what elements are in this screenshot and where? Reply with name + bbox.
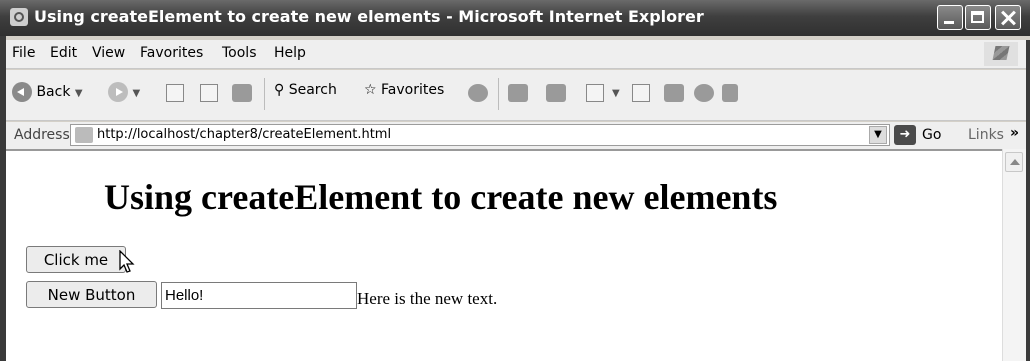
click-me-button[interactable]: Click me	[26, 246, 126, 273]
hello-text-input[interactable]	[161, 282, 357, 309]
media-icon[interactable]	[468, 84, 488, 102]
back-dropdown-icon[interactable]: ▼	[75, 88, 83, 99]
menu-tools[interactable]: Tools	[222, 45, 257, 61]
address-label: Address	[14, 127, 70, 143]
maximize-button[interactable]	[965, 5, 991, 30]
discuss-icon[interactable]	[632, 84, 650, 102]
favorites-label: Favorites	[381, 82, 445, 98]
window-right-border	[1026, 40, 1030, 361]
links-chevron-icon[interactable]: »	[1010, 125, 1019, 141]
windows-logo-icon	[984, 42, 1018, 66]
close-button[interactable]	[995, 5, 1021, 30]
mouse-pointer-icon	[119, 250, 135, 273]
page-content: Using createElement to create new elemen…	[6, 149, 1002, 361]
messenger-icon[interactable]	[694, 84, 714, 102]
search-button[interactable]: ⚲ Search	[274, 82, 337, 98]
back-label: Back	[36, 84, 71, 100]
refresh-icon[interactable]	[200, 84, 218, 102]
forward-dropdown-icon[interactable]: ▼	[132, 88, 140, 99]
word-edit-icon[interactable]	[586, 84, 604, 102]
forward-arrow-icon	[108, 82, 128, 102]
title-bar[interactable]: Using createElement to create new elemen…	[0, 0, 1030, 36]
research-icon[interactable]	[664, 84, 684, 102]
toolbar: Back ▼ ▼ ⚲ Search ☆ Favorites ▼	[6, 70, 1026, 121]
address-input[interactable]: http://localhost/chapter8/createElement.…	[70, 124, 890, 146]
search-icon: ⚲	[274, 82, 285, 98]
menu-help[interactable]: Help	[274, 45, 306, 61]
menu-edit[interactable]: Edit	[50, 45, 77, 61]
favorites-button[interactable]: ☆ Favorites	[364, 82, 444, 98]
edit-dropdown-icon[interactable]: ▼	[612, 84, 620, 100]
page-heading: Using createElement to create new elemen…	[104, 177, 778, 217]
menu-favorites[interactable]: Favorites	[140, 45, 203, 61]
back-arrow-icon	[12, 82, 32, 102]
address-dropdown-icon[interactable]: ▼	[869, 126, 887, 144]
menu-view[interactable]: View	[92, 45, 125, 61]
address-url[interactable]: http://localhost/chapter8/createElement.…	[97, 127, 391, 142]
messenger-people-icon[interactable]	[722, 84, 738, 102]
ie-page-icon	[10, 8, 28, 26]
browser-window: Using createElement to create new elemen…	[0, 0, 1030, 361]
menu-file[interactable]: File	[12, 45, 35, 61]
mail-icon[interactable]	[508, 84, 528, 102]
vertical-scrollbar[interactable]	[1002, 149, 1026, 361]
links-label[interactable]: Links	[968, 127, 1004, 143]
toolbar-separator	[498, 78, 499, 110]
new-button[interactable]: New Button	[26, 281, 157, 308]
go-arrow-icon[interactable]: ➜	[894, 125, 916, 145]
page-icon	[75, 127, 93, 143]
star-icon: ☆	[364, 82, 377, 98]
scroll-up-icon[interactable]	[1005, 152, 1023, 172]
back-button[interactable]: Back ▼	[12, 82, 83, 102]
search-label: Search	[288, 82, 337, 98]
minimize-button[interactable]	[937, 5, 963, 30]
toolbar-separator	[264, 78, 265, 110]
forward-button[interactable]: ▼	[108, 82, 140, 102]
home-icon[interactable]	[232, 84, 252, 102]
menu-bar: File Edit View Favorites Tools Help	[6, 40, 1026, 69]
address-bar: Address http://localhost/chapter8/create…	[6, 122, 1026, 149]
new-text: Here is the new text.	[357, 289, 498, 308]
stop-icon[interactable]	[166, 84, 184, 102]
print-icon[interactable]	[546, 84, 566, 102]
go-button[interactable]: Go	[922, 127, 941, 143]
window-title: Using createElement to create new elemen…	[34, 7, 704, 26]
